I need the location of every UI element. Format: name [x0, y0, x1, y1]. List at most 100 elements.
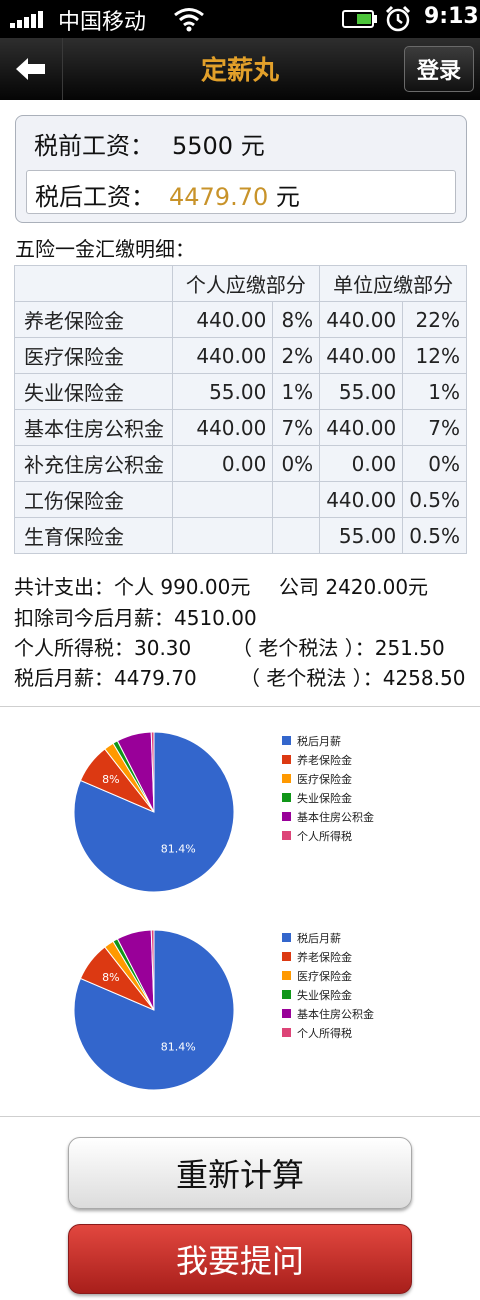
legend-swatch: [282, 1028, 291, 1037]
company-amount: 440.00: [319, 301, 404, 338]
company-amount: 440.00: [319, 337, 404, 374]
total-expense-row: 共计支出：个人 990.00元 公司 2420.00元: [14, 571, 428, 600]
company-amount: 55.00: [319, 373, 404, 410]
login-button[interactable]: 登录: [404, 46, 474, 92]
legend-entry: 基本住房公积金: [282, 1004, 374, 1023]
personal-rate: [272, 481, 321, 518]
after-deduction-row: 扣除司今后月薪：4510.00: [14, 602, 257, 631]
company-rate: 7%: [402, 409, 467, 446]
legend-label: 个人所得税: [297, 1026, 352, 1040]
company-rate: 0%: [402, 445, 467, 482]
header-personal: 个人应缴部分: [171, 265, 321, 302]
personal-amount: 440.00: [171, 409, 274, 446]
legend-entry: 养老保险金: [282, 947, 374, 966]
legend-label: 失业保险金: [297, 988, 352, 1002]
table-header-row: 个人应缴部分 单位应缴部分: [14, 265, 467, 302]
personal-rate: 2%: [272, 337, 321, 374]
legend-entry: 税后月薪: [282, 928, 374, 947]
slice-label: 8%: [102, 971, 119, 984]
company-amount: 440.00: [319, 409, 404, 446]
personal-rate: [272, 517, 321, 554]
personal-amount: 55.00: [171, 373, 274, 410]
company-rate: 12%: [402, 337, 467, 374]
ask-question-button[interactable]: 我要提问: [68, 1224, 412, 1294]
clock: 9:13: [424, 4, 479, 29]
personal-rate: 7%: [272, 409, 321, 446]
personal-rate: 1%: [272, 373, 321, 410]
wifi-icon: [174, 8, 204, 32]
title-bar: 定薪丸 登录: [0, 38, 480, 100]
legend-swatch: [282, 755, 291, 764]
after-tax-monthly-value: 税后月薪：4479.70: [14, 666, 197, 690]
legend-swatch: [282, 1009, 291, 1018]
legend-entry: 医疗保险金: [282, 966, 374, 985]
company-rate: 1%: [402, 373, 467, 410]
legend-label: 基本住房公积金: [297, 1007, 374, 1021]
after-tax-label: 税后工资：: [35, 183, 155, 211]
legend-label: 个人所得税: [297, 829, 352, 843]
table-row: 基本住房公积金 440.00 7% 440.00 7%: [14, 409, 467, 446]
after-deduction-value: 扣除司今后月薪：4510.00: [14, 606, 257, 630]
legend-label: 养老保险金: [297, 753, 352, 767]
pre-tax-value: 5500 元: [172, 132, 265, 160]
personal-rate: 0%: [272, 445, 321, 482]
slice-label: 8%: [102, 773, 119, 786]
old-tax-value: （ 老个税法 ）：251.50: [232, 636, 445, 660]
recalculate-button[interactable]: 重新计算: [68, 1137, 412, 1209]
personal-amount: [171, 481, 274, 518]
legend-swatch: [282, 971, 291, 980]
after-tax-value: 4479.70: [169, 183, 269, 211]
insurance-name: 工伤保险金: [14, 481, 173, 518]
insurance-name: 生育保险金: [14, 517, 173, 554]
legend-label: 医疗保险金: [297, 969, 352, 983]
divider: [0, 706, 480, 707]
legend-entry: 个人所得税: [282, 1023, 374, 1042]
company-amount: 440.00: [319, 481, 404, 518]
legend-label: 基本住房公积金: [297, 810, 374, 824]
legend-swatch: [282, 793, 291, 802]
divider: [0, 1116, 480, 1117]
total-personal: 共计支出：个人 990.00元: [14, 575, 251, 599]
total-company: 公司 2420.00元: [279, 575, 429, 599]
after-tax-row: 税后工资： 4479.70 元: [35, 177, 300, 212]
insurance-name: 基本住房公积金: [14, 409, 173, 446]
legend-swatch: [282, 831, 291, 840]
company-rate: 22%: [402, 301, 467, 338]
company-rate: 0.5%: [402, 517, 467, 554]
legend-label: 医疗保险金: [297, 772, 352, 786]
legend-entry: 养老保险金: [282, 750, 374, 769]
legend-swatch: [282, 952, 291, 961]
insurance-name: 失业保险金: [14, 373, 173, 410]
insurance-name: 补充住房公积金: [14, 445, 173, 482]
status-bar: 中国移动 9:13: [0, 0, 480, 38]
after-tax-unit: 元: [275, 183, 300, 211]
battery-icon: [342, 10, 377, 28]
legend-swatch: [282, 812, 291, 821]
table-row: 养老保险金 440.00 8% 440.00 22%: [14, 301, 467, 338]
legend-label: 税后月薪: [297, 734, 341, 748]
carrier-name: 中国移动: [58, 10, 147, 35]
legend-swatch: [282, 774, 291, 783]
company-rate: 0.5%: [402, 481, 467, 518]
legend-entry: 基本住房公积金: [282, 807, 374, 826]
legend-swatch: [282, 990, 291, 999]
income-tax-value: 个人所得税：30.30: [14, 636, 192, 660]
alarm-icon: [385, 5, 411, 32]
legend-label: 税后月薪: [297, 931, 341, 945]
personal-amount: [171, 517, 274, 554]
table-row: 补充住房公积金 0.00 0% 0.00 0%: [14, 445, 467, 482]
table-row: 医疗保险金 440.00 2% 440.00 12%: [14, 337, 467, 374]
legend-entry: 个人所得税: [282, 826, 374, 845]
legend-swatch: [282, 933, 291, 942]
company-amount: 0.00: [319, 445, 404, 482]
legend-entry: 税后月薪: [282, 731, 374, 750]
legend-entry: 医疗保险金: [282, 769, 374, 788]
legend-swatch: [282, 736, 291, 745]
slice-label: 81.4%: [161, 843, 196, 856]
table-row: 生育保险金 55.00 0.5%: [14, 517, 467, 554]
slice-label: 81.4%: [161, 1041, 196, 1054]
income-tax-row: 个人所得税：30.30 （ 老个税法 ）：251.50: [14, 632, 445, 661]
legend-entry: 失业保险金: [282, 985, 374, 1004]
insurance-name: 医疗保险金: [14, 337, 173, 374]
company-amount: 55.00: [319, 517, 404, 554]
